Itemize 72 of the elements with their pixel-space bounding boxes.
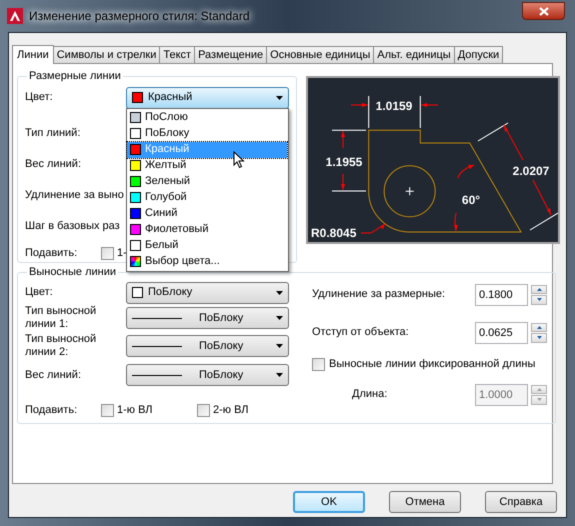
dropdown-option[interactable]: Выбор цвета...	[127, 254, 287, 270]
field-label: Удлинение за выно	[25, 188, 124, 202]
dimension-label: 60°	[462, 193, 480, 207]
number-field[interactable]: 0.1800	[475, 284, 528, 306]
tab[interactable]: Размещение	[194, 46, 268, 63]
dialog-button[interactable]: Справка	[485, 491, 557, 513]
dimension-label: R0.8045	[311, 226, 356, 240]
close-button[interactable]	[522, 2, 565, 20]
caret-icon	[276, 290, 283, 294]
hole-circle	[384, 165, 436, 218]
dropdown-option[interactable]: ПоСлою	[127, 110, 287, 126]
field-label: Тип линий:	[25, 126, 80, 140]
spin-buttons[interactable]	[531, 322, 547, 342]
dropdown-option[interactable]: ПоБлоку	[127, 126, 287, 142]
spin-buttons[interactable]	[531, 284, 547, 304]
dropdown[interactable]: ПоБлоку	[126, 335, 289, 357]
checkbox[interactable]	[197, 404, 210, 416]
field-label: Тип выносной линии 2:	[25, 333, 98, 359]
dropdown-option[interactable]: Синий	[127, 206, 287, 222]
field-label: Цвет:	[25, 285, 54, 300]
field-label: Вес линий:	[25, 156, 81, 170]
group-title: Выносные линии	[28, 265, 118, 280]
field-label: Тип выносной линии 1:	[25, 305, 98, 331]
dialog-button[interactable]: OK	[293, 491, 365, 513]
dimension-label: 1.0159	[376, 99, 412, 113]
number-field[interactable]: 0.0625	[475, 322, 528, 344]
dropdown-option[interactable]: Белый	[127, 238, 287, 254]
dropdown-option[interactable]: Голубой	[127, 190, 287, 206]
group-title: Размерные линии	[28, 69, 122, 84]
tab[interactable]: Альт. единицы	[373, 46, 455, 63]
field-label: Отступ от объекта:	[312, 325, 410, 340]
dropdown-option[interactable]: Фиолетовый	[127, 222, 287, 238]
dimension-label: 1.1955	[326, 155, 362, 169]
checkbox[interactable]	[101, 246, 114, 260]
field-label: Длина:	[351, 387, 388, 402]
dropdown[interactable]: ПоБлоку	[126, 364, 289, 386]
caret-icon	[276, 96, 283, 100]
checkbox[interactable]	[312, 358, 325, 370]
line-sample-icon	[132, 374, 182, 376]
tab[interactable]: Основные единицы	[266, 46, 374, 63]
field-label: Цвет:	[25, 90, 54, 106]
tab[interactable]: Допуски	[454, 46, 504, 63]
dimension-label: 2.0207	[512, 164, 550, 178]
checkbox-label: 1-	[117, 246, 127, 261]
dropdown-option[interactable]: Зеленый	[127, 174, 287, 190]
caret-icon	[276, 373, 283, 377]
app-logo-icon	[7, 8, 23, 24]
dropdown[interactable]: ПоБлоку	[126, 307, 289, 329]
checkbox-label: Выносные линии фиксированной длины	[329, 356, 536, 372]
field-label: Удлинение за размерные:	[312, 287, 446, 302]
checkbox-label: 2-ю ВЛ	[213, 402, 249, 418]
caret-icon	[276, 344, 283, 348]
field-label: Подавить:	[25, 246, 78, 261]
tab[interactable]: Символы и стрелки	[52, 46, 160, 63]
close-icon	[538, 6, 548, 16]
mouse-cursor-icon	[233, 150, 245, 168]
color-picker-icon	[130, 256, 141, 267]
dropdown-option[interactable]: Желтый	[127, 158, 287, 174]
window-title: Изменение размерного стиля: Standard	[29, 8, 250, 25]
dropdown[interactable]: Красный	[126, 86, 289, 108]
radius-leader	[360, 224, 386, 234]
caret-icon	[276, 316, 283, 320]
tab[interactable]: Текст	[159, 46, 196, 63]
dialog-button[interactable]: Отмена	[389, 491, 461, 513]
checkbox[interactable]	[101, 404, 114, 416]
center-mark	[405, 186, 414, 196]
tab[interactable]: Линии	[12, 45, 54, 64]
dropdown[interactable]: ПоБлоку	[126, 282, 289, 304]
field-label: Подавить:	[25, 402, 78, 418]
field-label: Вес линий:	[25, 368, 82, 382]
field-label: Шаг в базовых раз	[25, 218, 120, 232]
checkbox-label: 1-ю ВЛ	[117, 402, 153, 418]
